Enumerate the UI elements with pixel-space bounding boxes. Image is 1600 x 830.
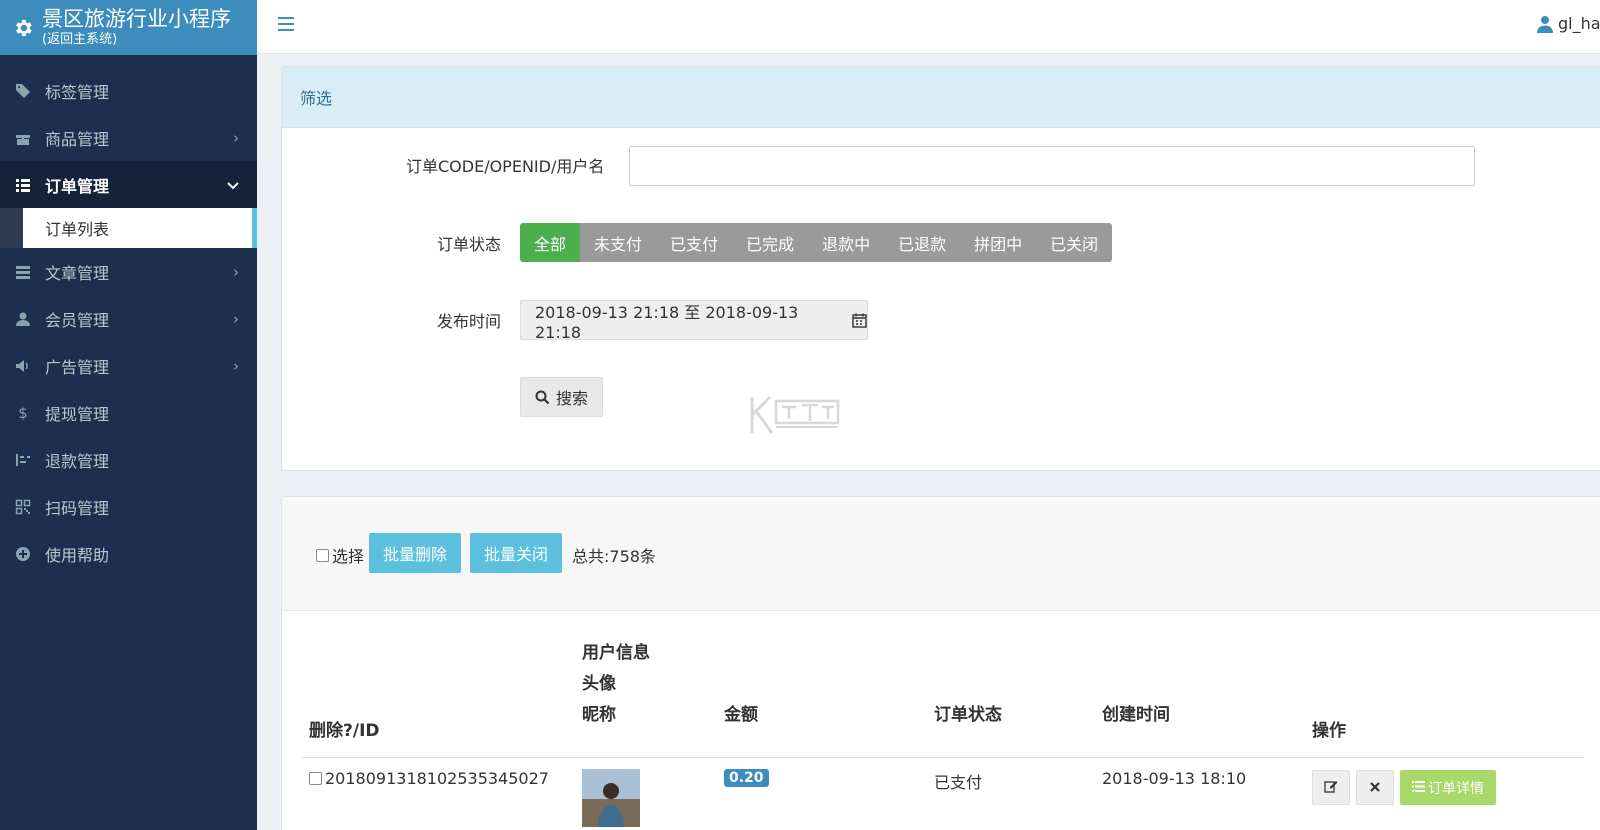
user-icon [14, 310, 32, 328]
app-title: 景区旅游行业小程序 [42, 6, 231, 31]
hamburger-icon [278, 17, 294, 19]
sidebar-item-scan[interactable]: 扫码管理 [0, 483, 257, 530]
sidebar-item-withdraw[interactable]: $ 提现管理 [0, 389, 257, 436]
calendar-icon [852, 313, 867, 328]
col-header-nickname: 昵称 [582, 705, 616, 725]
user-icon [1536, 15, 1553, 33]
select-all-checkbox[interactable]: 选择 [316, 543, 364, 567]
code-label: 订单CODE/OPENID/用户名 [406, 157, 605, 176]
user-menu[interactable]: gl_hav [1536, 14, 1600, 33]
sidebar-menu: 标签管理 商品管理 › 订单管理 订单列表 文章管理 › 会员管理 › 广告管理 [0, 55, 257, 577]
col-header-id: 删除?/ID [309, 721, 380, 741]
sidebar-item-articles[interactable]: 文章管理 › [0, 248, 257, 295]
chevron-right-icon: › [233, 309, 239, 328]
sidebar-toggle-button[interactable] [278, 17, 294, 31]
gear-icon [12, 17, 34, 39]
date-range-value: 2018-09-13 21:18 至 2018-09-13 21:18 [535, 302, 799, 342]
col-header-created: 创建时间 [1102, 705, 1170, 725]
status-refunded-button[interactable]: 已退款 [884, 223, 961, 262]
batch-delete-button[interactable]: 批量删除 [369, 533, 462, 573]
status-unpaid-button[interactable]: 未支付 [580, 223, 657, 262]
volume-icon [14, 357, 32, 375]
gift-icon [14, 129, 32, 147]
chevron-right-icon: › [233, 356, 239, 375]
search-icon [535, 390, 550, 405]
sidebar-subitem-order-list[interactable]: 订单列表 [23, 208, 257, 248]
sidebar-item-ads[interactable]: 广告管理 › [0, 342, 257, 389]
date-range-picker[interactable]: 2018-09-13 21:18 至 2018-09-13 21:18 [520, 300, 868, 342]
username: gl_hav [1557, 14, 1600, 33]
sidebar-item-tags[interactable]: 标签管理 [0, 67, 257, 114]
status-label: 订单状态 [437, 235, 502, 254]
chevron-down-icon [227, 176, 239, 194]
avatar [582, 769, 640, 827]
checkbox[interactable] [316, 548, 329, 562]
qrcode-icon [14, 498, 32, 516]
search-button[interactable]: 搜索 [520, 377, 603, 417]
sidebar-item-products[interactable]: 商品管理 › [0, 114, 257, 161]
total-count: 总共:758条 [572, 547, 656, 566]
dollar-icon: $ [18, 403, 28, 422]
status-grouping-button[interactable]: 拼团中 [960, 223, 1037, 262]
list-icon [14, 176, 32, 194]
tag-icon [14, 82, 32, 100]
chevron-right-icon: › [233, 128, 239, 147]
edit-button[interactable] [1312, 770, 1350, 805]
close-icon [1369, 778, 1381, 797]
order-id: 2018091318102535345027 [325, 769, 549, 788]
plus-circle-icon [14, 545, 32, 563]
list-toolbar: 选择 批量删除 批量关闭 总共:758条 [282, 497, 1600, 611]
sidebar-item-refunds[interactable]: 退款管理 [0, 436, 257, 483]
status-closed-button[interactable]: 已关闭 [1036, 223, 1113, 262]
header-divider [301, 757, 1584, 758]
status-completed-button[interactable]: 已完成 [732, 223, 809, 262]
status-button-group: 全部 未支付 已支付 已完成 退款中 已退款 拼团中 已关闭 [520, 223, 1113, 262]
col-header-avatar: 头像 [582, 674, 616, 694]
batch-close-button[interactable]: 批量关闭 [470, 533, 563, 573]
col-header-amount: 金额 [724, 705, 758, 725]
watermark-logo [750, 395, 846, 435]
filter-panel: 筛选 [281, 66, 1600, 471]
delete-button[interactable] [1356, 770, 1394, 805]
col-header-user-info: 用户信息 [582, 643, 650, 663]
chevron-right-icon: › [233, 262, 239, 281]
col-header-actions: 操作 [1312, 721, 1346, 741]
server-icon [14, 263, 32, 281]
status-paid-button[interactable]: 已支付 [656, 223, 733, 262]
sidebar-item-members[interactable]: 会员管理 › [0, 295, 257, 342]
order-detail-button[interactable]: 订单详情 [1400, 770, 1496, 805]
tasks-icon [14, 451, 32, 469]
top-navbar: gl_hav [257, 0, 1600, 54]
list-icon [1412, 780, 1425, 796]
sidebar: 景区旅游行业小程序 (返回主系统) 标签管理 商品管理 › 订单管理 订单列表 … [0, 0, 257, 830]
sidebar-item-orders[interactable]: 订单管理 [0, 161, 257, 208]
edit-icon [1324, 778, 1338, 797]
status-all-button[interactable]: 全部 [520, 223, 581, 262]
row-checkbox[interactable] [309, 772, 322, 785]
back-to-main-link[interactable]: (返回主系统) [42, 32, 231, 47]
created-time: 2018-09-13 18:10 [1102, 769, 1247, 788]
order-status: 已支付 [934, 773, 983, 792]
col-header-status: 订单状态 [934, 705, 1002, 725]
time-label: 发布时间 [437, 312, 502, 331]
filter-panel-title: 筛选 [282, 67, 1600, 128]
status-refunding-button[interactable]: 退款中 [808, 223, 885, 262]
code-search-input[interactable] [629, 146, 1475, 186]
amount-badge: 0.20 [724, 769, 769, 787]
brand-link[interactable]: 景区旅游行业小程序 (返回主系统) [0, 0, 257, 55]
order-list-panel: 选择 批量删除 批量关闭 总共:758条 删除?/ID 用户信息 头像 昵称 金… [281, 496, 1600, 830]
sidebar-item-help[interactable]: 使用帮助 [0, 530, 257, 577]
